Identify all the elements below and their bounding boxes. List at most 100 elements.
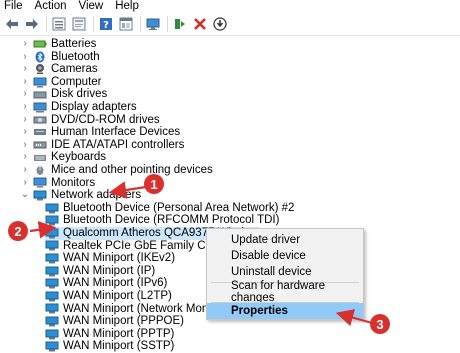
- toolbar-separator: [140, 16, 141, 32]
- tree-item-label: WAN Miniport (L2TP): [63, 290, 172, 302]
- display-adapter-icon: [33, 102, 47, 113]
- tree-item-adapter[interactable]: WAN Miniport (PPTP): [45, 328, 174, 341]
- tree-item-human-interface-devices[interactable]: › Human Interface Devices: [20, 126, 180, 139]
- tree-item-monitors[interactable]: › Monitors: [20, 177, 95, 190]
- computer-icon: [33, 77, 47, 88]
- chevron-right-icon[interactable]: ›: [20, 177, 30, 190]
- menu-action[interactable]: Action: [29, 0, 73, 13]
- network-adapter-icon: [45, 341, 59, 352]
- annotation-badge-2: 2: [8, 221, 28, 241]
- monitor-icon: [33, 177, 47, 188]
- context-menu: Update driver Disable device Uninstall d…: [206, 228, 364, 320]
- menu-item-disable-device[interactable]: Disable device: [207, 248, 363, 264]
- network-adapter-icon: [45, 240, 59, 251]
- network-adapter-icon: [45, 203, 59, 214]
- chevron-down-icon[interactable]: ⌄: [20, 189, 30, 202]
- chevron-right-icon[interactable]: ›: [20, 164, 30, 177]
- tree-item-label: Computer: [51, 75, 102, 88]
- network-adapter-icon: [45, 303, 59, 314]
- tree-item-adapter[interactable]: Bluetooth Device (RFCOMM Protocol TDI): [45, 214, 279, 227]
- annotation-badge-1: 1: [144, 174, 164, 194]
- tree-item-keyboards[interactable]: › Keyboards: [20, 151, 106, 164]
- tree-item-mice[interactable]: › Mice and other pointing devices: [20, 164, 213, 177]
- tree-item-label: Monitors: [51, 176, 96, 189]
- tree-item-display-adapters[interactable]: › Display adapters: [20, 101, 136, 114]
- mouse-icon: [33, 165, 47, 176]
- tree-item-adapter[interactable]: Bluetooth Device (Personal Area Network)…: [45, 202, 294, 215]
- bluetooth-icon: [33, 51, 47, 63]
- forward-arrow-icon[interactable]: [23, 15, 41, 33]
- menu-view[interactable]: View: [73, 0, 110, 13]
- menu-help[interactable]: Help: [109, 0, 145, 13]
- annotation-badge-3: 3: [370, 314, 390, 334]
- tree-item-label: Disk drives: [51, 88, 108, 101]
- menu-item-uninstall-device[interactable]: Uninstall device: [207, 264, 363, 280]
- chevron-right-icon[interactable]: ›: [20, 101, 30, 114]
- tree-item-computer[interactable]: › Computer: [20, 75, 102, 89]
- tree-item-adapter[interactable]: WAN Miniport (SSTP): [45, 340, 174, 353]
- chevron-right-icon[interactable]: ›: [20, 126, 30, 139]
- tree-item-adapter[interactable]: WAN Miniport (IP): [45, 265, 155, 278]
- network-adapter-icon: [45, 215, 59, 226]
- properties-icon[interactable]: [70, 15, 88, 33]
- chevron-right-icon[interactable]: ›: [20, 51, 30, 64]
- help-icon[interactable]: ?: [97, 15, 115, 33]
- tree-item-adapter[interactable]: WAN Miniport (PPPOE): [45, 315, 184, 328]
- disk-drive-icon: [33, 89, 47, 100]
- tree-item-label: Mice and other pointing devices: [51, 164, 213, 176]
- tree-item-ide-ata-atapi-controllers[interactable]: › IDE ATA/ATAPI controllers: [20, 139, 184, 152]
- tree-item-dvd-cd-rom-drives[interactable]: › DVD/CD-ROM drives: [20, 114, 159, 127]
- monitor-icon[interactable]: [144, 15, 162, 33]
- battery-icon: [33, 39, 47, 50]
- tree-item-label: WAN Miniport (IP): [63, 264, 156, 277]
- tree-item-label: Bluetooth Device (RFCOMM Protocol TDI): [63, 214, 280, 227]
- svg-text:?: ?: [103, 20, 109, 31]
- properties-pane-icon[interactable]: [117, 15, 135, 33]
- tree-item-adapter[interactable]: WAN Miniport (IPv6): [45, 277, 167, 290]
- tree-item-adapter[interactable]: WAN Miniport (IKEv2): [45, 252, 175, 265]
- tree-item-label: WAN Miniport (PPTP): [63, 327, 175, 340]
- chevron-right-icon[interactable]: ›: [20, 151, 30, 164]
- tree-item-label: WAN Miniport (IPv6): [63, 277, 168, 290]
- tree-item-label: Bluetooth: [51, 50, 100, 63]
- tree-item-adapter[interactable]: WAN Miniport (L2TP): [45, 290, 172, 303]
- tree-item-bluetooth[interactable]: › Bluetooth: [20, 50, 100, 64]
- menu-item-properties[interactable]: Properties: [207, 303, 363, 319]
- chevron-right-icon[interactable]: ›: [20, 88, 30, 101]
- uninstall-icon[interactable]: [191, 15, 209, 33]
- download-update-icon[interactable]: [211, 15, 229, 33]
- install-driver-icon[interactable]: [171, 15, 189, 33]
- tree-item-cameras[interactable]: › Cameras: [20, 63, 97, 76]
- tree-item-network-adapters[interactable]: ⌄ Network adapters: [20, 189, 141, 202]
- menu-item-scan-hardware[interactable]: Scan for hardware changes: [207, 280, 363, 304]
- tree-item-disk-drives[interactable]: › Disk drives: [20, 88, 107, 101]
- menu-file[interactable]: File: [0, 0, 29, 13]
- toolbar-separator: [93, 16, 94, 32]
- network-adapter-icon: [45, 278, 59, 289]
- tree-item-label: WAN Miniport (Network Monitor): [63, 302, 229, 315]
- tree-item-label: WAN Miniport (PPPOE): [63, 315, 184, 328]
- chevron-right-icon[interactable]: ›: [20, 76, 30, 89]
- menu-item-update-driver[interactable]: Update driver: [207, 232, 363, 248]
- tree-item-adapter[interactable]: WAN Miniport (Network Monitor): [45, 303, 228, 316]
- network-adapter-icon: [45, 228, 59, 239]
- dvd-drive-icon: [33, 114, 47, 125]
- tree-item-label: WAN Miniport (IKEv2): [63, 252, 176, 265]
- chevron-right-icon[interactable]: ›: [20, 114, 30, 127]
- chevron-right-icon[interactable]: ›: [20, 38, 30, 51]
- camera-icon: [33, 64, 47, 75]
- network-adapter-icon: [45, 316, 59, 327]
- tree-item-batteries[interactable]: › Batteries: [20, 38, 96, 51]
- toolbar-separator: [46, 16, 47, 32]
- tree-item-label: WAN Miniport (SSTP): [63, 340, 175, 353]
- network-adapter-icon: [33, 190, 47, 201]
- tree-view-icon[interactable]: [50, 15, 68, 33]
- keyboard-icon: [33, 152, 47, 163]
- tree-item-label: Keyboards: [51, 151, 106, 164]
- tree-item-label: Human Interface Devices: [51, 126, 181, 139]
- chevron-right-icon[interactable]: ›: [20, 63, 30, 76]
- network-adapter-icon: [45, 291, 59, 302]
- hid-icon: [33, 127, 47, 138]
- chevron-right-icon[interactable]: ›: [20, 139, 30, 152]
- back-arrow-icon[interactable]: [3, 15, 21, 33]
